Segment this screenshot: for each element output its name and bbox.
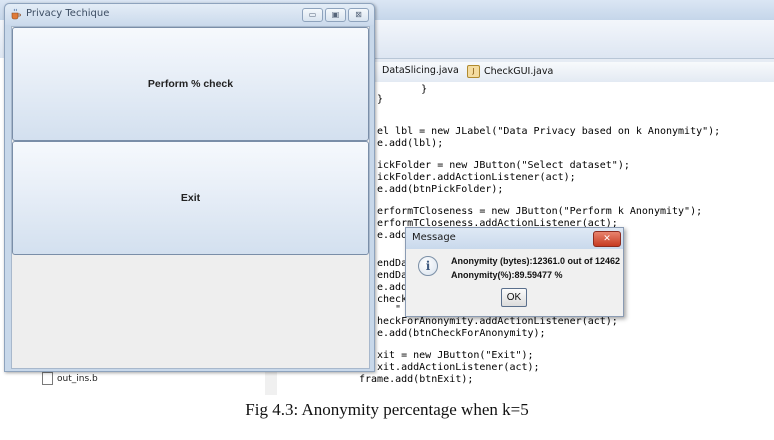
dialog-close-button[interactable]: ✕: [593, 231, 621, 247]
window-content: Perform % check Exit: [11, 26, 370, 369]
tab-label: DataSlicing.java: [382, 65, 459, 76]
tab-checkgui[interactable]: J CheckGUI.java: [467, 65, 553, 78]
code-line: ickFolder.addActionListener(act);: [377, 172, 576, 183]
maximize-button[interactable]: ▣: [325, 8, 346, 22]
tab-label: CheckGUI.java: [484, 66, 554, 77]
message-line-percent: Anonymity(%):89.59477 %: [451, 270, 563, 280]
perform-check-button[interactable]: Perform % check: [12, 27, 369, 141]
tab-dataslicing[interactable]: DataSlicing.java: [382, 65, 459, 76]
dialog-titlebar[interactable]: Message ✕: [406, 228, 623, 249]
java-file-icon: J: [467, 65, 480, 78]
window-titlebar[interactable]: Privacy Techique ▭ ▣ ⊠: [5, 4, 374, 25]
window-title: Privacy Techique: [26, 8, 110, 19]
button-label: Exit: [180, 192, 201, 204]
code-line: heckForAnonymity.addActionListener(act);: [377, 316, 618, 327]
dialog-title: Message: [412, 232, 456, 243]
package-explorer-item[interactable]: out_ins.b: [42, 372, 98, 385]
button-label: Perform % check: [147, 78, 234, 90]
code-line: }: [397, 84, 428, 95]
code-line: erformTCloseness = new JButton("Perform …: [377, 206, 703, 217]
file-name: out_ins.b: [57, 374, 98, 384]
code-line: e.add: [377, 230, 408, 241]
close-icon: ✕: [603, 234, 611, 244]
code-line: e.add(lbl);: [377, 138, 444, 149]
code-line: el lbl = new JLabel("Data Privacy based …: [377, 126, 721, 137]
privacy-window: Privacy Techique ▭ ▣ ⊠ Perform % check E…: [4, 3, 375, 372]
code-line: ": [377, 304, 402, 315]
minimize-icon: ▭: [308, 10, 317, 19]
code-line: ickFolder = new JButton("Select dataset"…: [377, 160, 630, 171]
close-button[interactable]: ⊠: [348, 8, 369, 22]
exit-button[interactable]: Exit: [12, 141, 369, 255]
maximize-icon: ▣: [331, 10, 340, 19]
message-dialog: Message ✕ i Anonymity (bytes):12361.0 ou…: [405, 227, 624, 317]
code-line: e.add(btnPickFolder);: [377, 184, 504, 195]
message-line-bytes: Anonymity (bytes):12361.0 out of 12462: [451, 256, 621, 266]
code-line: xit.addActionListener(act);: [377, 362, 540, 373]
code-line: endDa: [377, 270, 408, 281]
java-cup-icon: [11, 8, 21, 20]
ok-button[interactable]: OK: [501, 288, 527, 307]
minimize-button[interactable]: ▭: [302, 8, 323, 22]
info-icon: i: [418, 256, 438, 276]
figure-caption: Fig 4.3: Anonymity percentage when k=5: [245, 400, 529, 419]
code-line: e.add(btnCheckForAnonymity);: [377, 328, 546, 339]
code-line: endDa: [377, 258, 408, 269]
code-line: }: [377, 94, 384, 105]
code-line: xit = new JButton("Exit");: [377, 350, 534, 361]
code-line: frame.add(btnExit);: [359, 374, 474, 385]
code-line: e.add: [377, 282, 408, 293]
file-icon: [42, 372, 53, 385]
close-icon: ⊠: [355, 10, 362, 19]
